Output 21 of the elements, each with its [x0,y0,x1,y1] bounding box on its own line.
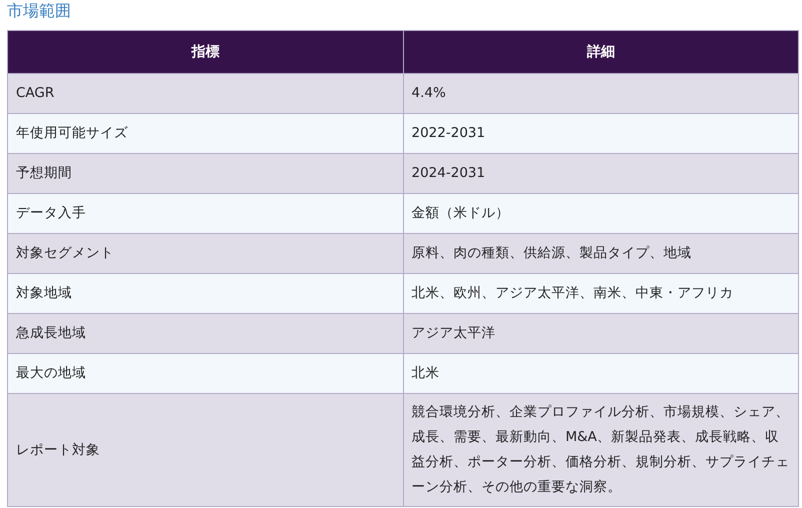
table-cell: 4.4% [403,74,798,114]
table-cell: 年使用可能サイズ [8,114,403,154]
table-cell: 金額（米ドル） [403,194,798,234]
table-cell: 原料、肉の種類、供給源、製品タイプ、地域 [403,234,798,274]
section-title: 市場範囲 [7,0,72,22]
table-cell: 北米 [403,354,798,394]
table-cell: 対象地域 [8,274,403,314]
table-cell: 対象セグメント [8,234,403,274]
column-header: 詳細 [403,30,798,74]
table-cell: 競合環境分析、企業プロファイル分析、市場規模、シェア、成長、需要、最新動向、M&A、新製品発表、成長戦略、収益分析、ポーター分析、価格分析、規制分析、サプライチェーン分析、その他の重要な洞察。 [403,394,798,506]
table-cell: 2024-2031 [403,154,798,194]
table-cell: 2022-2031 [403,114,798,154]
table-cell: CAGR [8,74,403,114]
table-cell: 急成長地域 [8,314,403,354]
table-cell: レポート対象 [8,394,403,506]
table-cell: 北米、欧州、アジア太平洋、南米、中東・アフリカ [403,274,798,314]
table-cell: データ入手 [8,194,403,234]
table-cell: 最大の地域 [8,354,403,394]
column-header: 指標 [8,30,403,74]
table-cell: アジア太平洋 [403,314,798,354]
table-cell: 予想期間 [8,154,403,194]
